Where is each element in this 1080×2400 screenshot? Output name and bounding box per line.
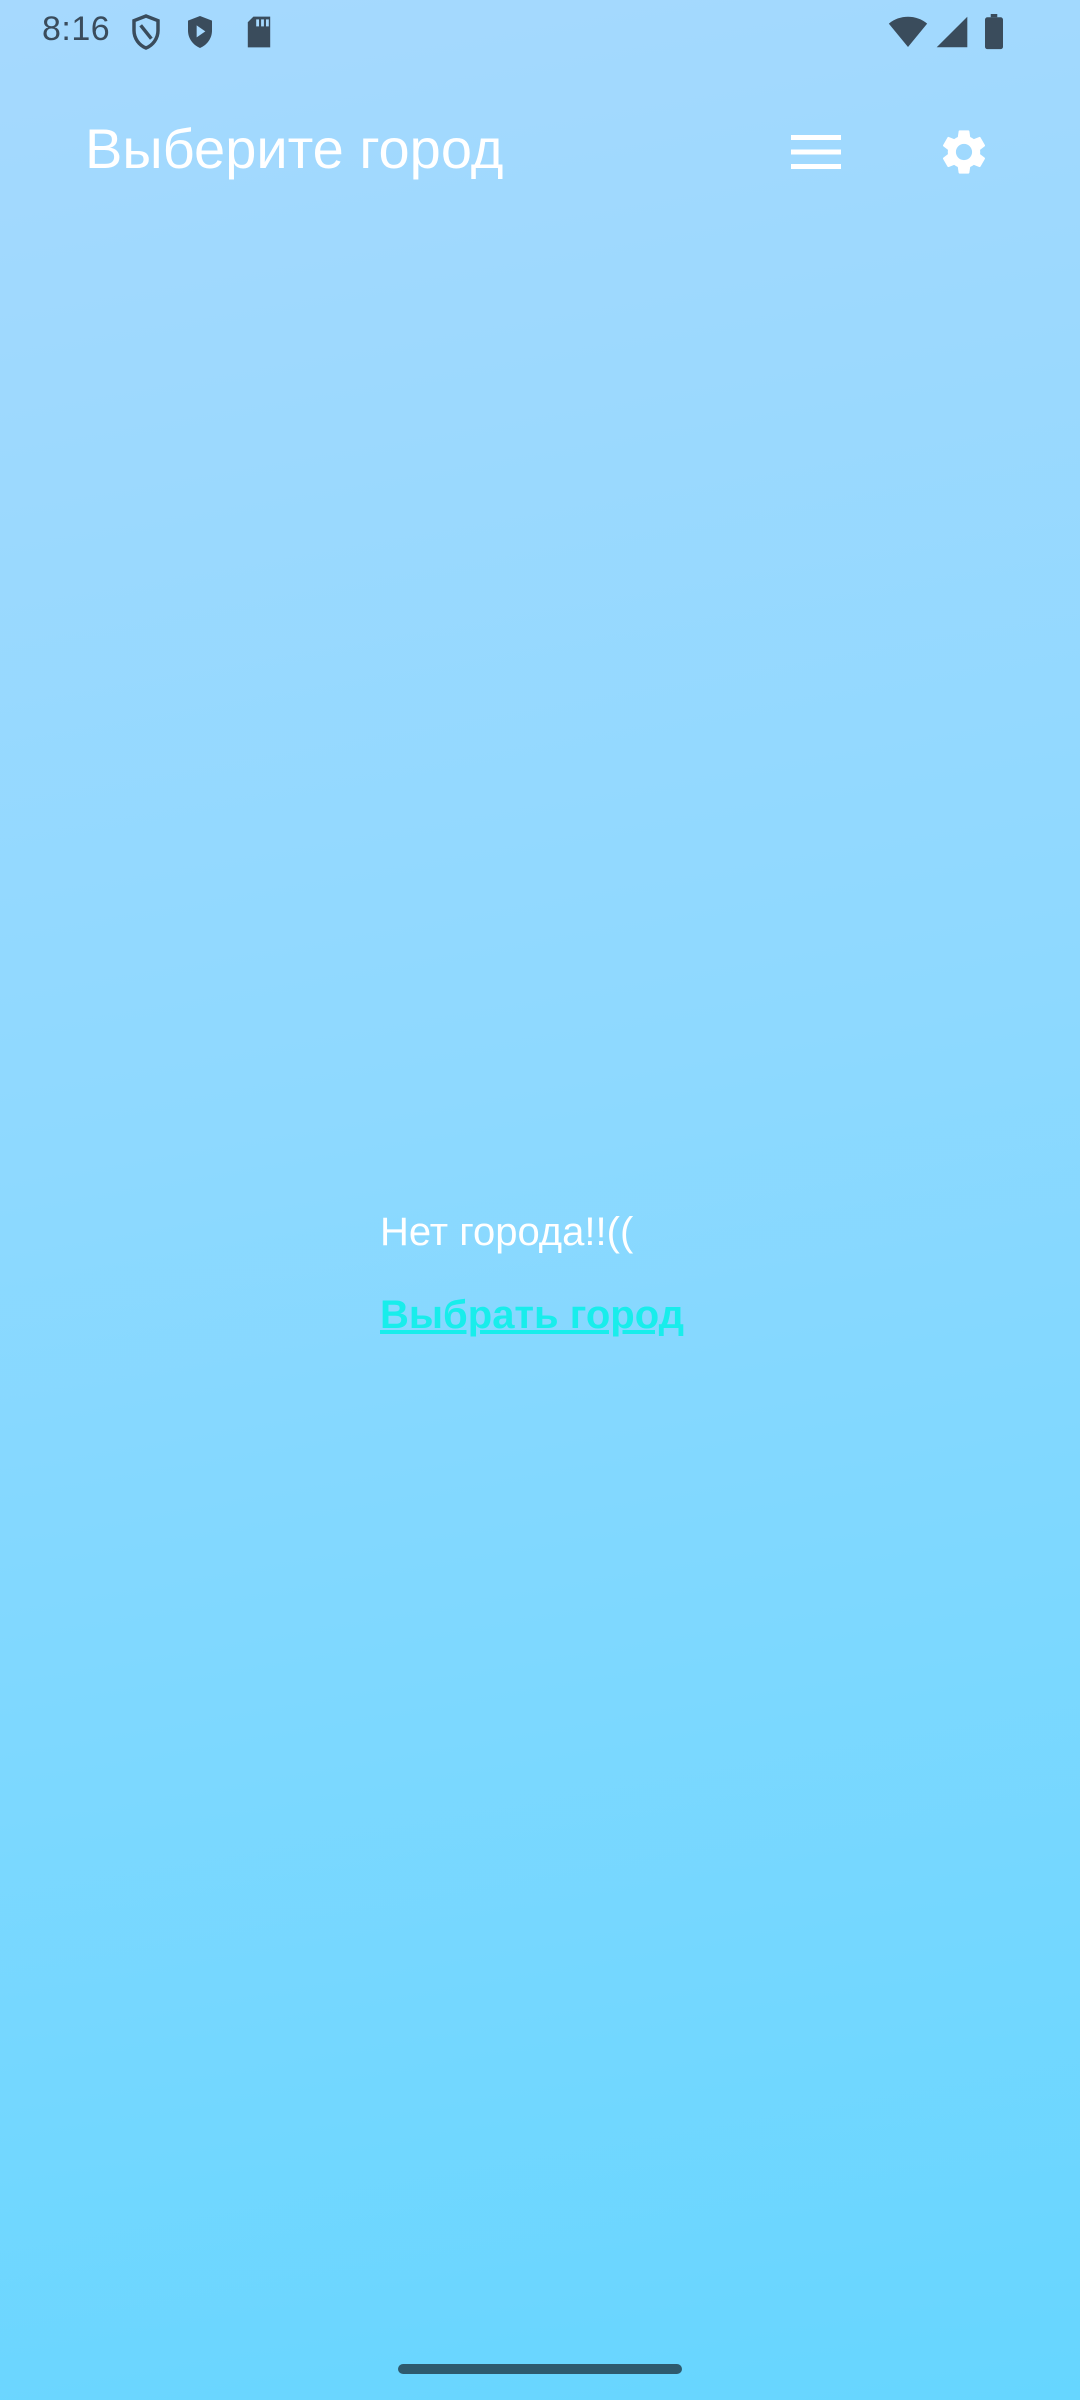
status-time: 8:16 bbox=[42, 10, 111, 48]
shield-outline-icon bbox=[128, 12, 164, 52]
choose-city-link[interactable]: Выбрать город bbox=[380, 1293, 684, 1338]
hamburger-menu-icon bbox=[791, 134, 841, 175]
gesture-navigation-bar[interactable] bbox=[398, 2364, 682, 2374]
wifi-icon bbox=[888, 12, 928, 52]
play-shield-icon bbox=[182, 12, 218, 52]
page-title: Выберите город bbox=[85, 117, 504, 180]
app-bar: Выберите город bbox=[0, 96, 1080, 196]
settings-button[interactable] bbox=[924, 114, 1004, 194]
empty-state-message: Нет города!!(( bbox=[380, 1210, 634, 1254]
empty-state: Нет города!!(( Выбрать город bbox=[380, 1210, 684, 1338]
battery-icon bbox=[982, 12, 1006, 52]
gear-icon bbox=[937, 125, 991, 184]
cellular-signal-icon bbox=[934, 12, 970, 52]
menu-button[interactable] bbox=[776, 114, 856, 194]
status-bar: 8:16 bbox=[0, 0, 1080, 64]
sd-card-icon bbox=[244, 12, 274, 52]
